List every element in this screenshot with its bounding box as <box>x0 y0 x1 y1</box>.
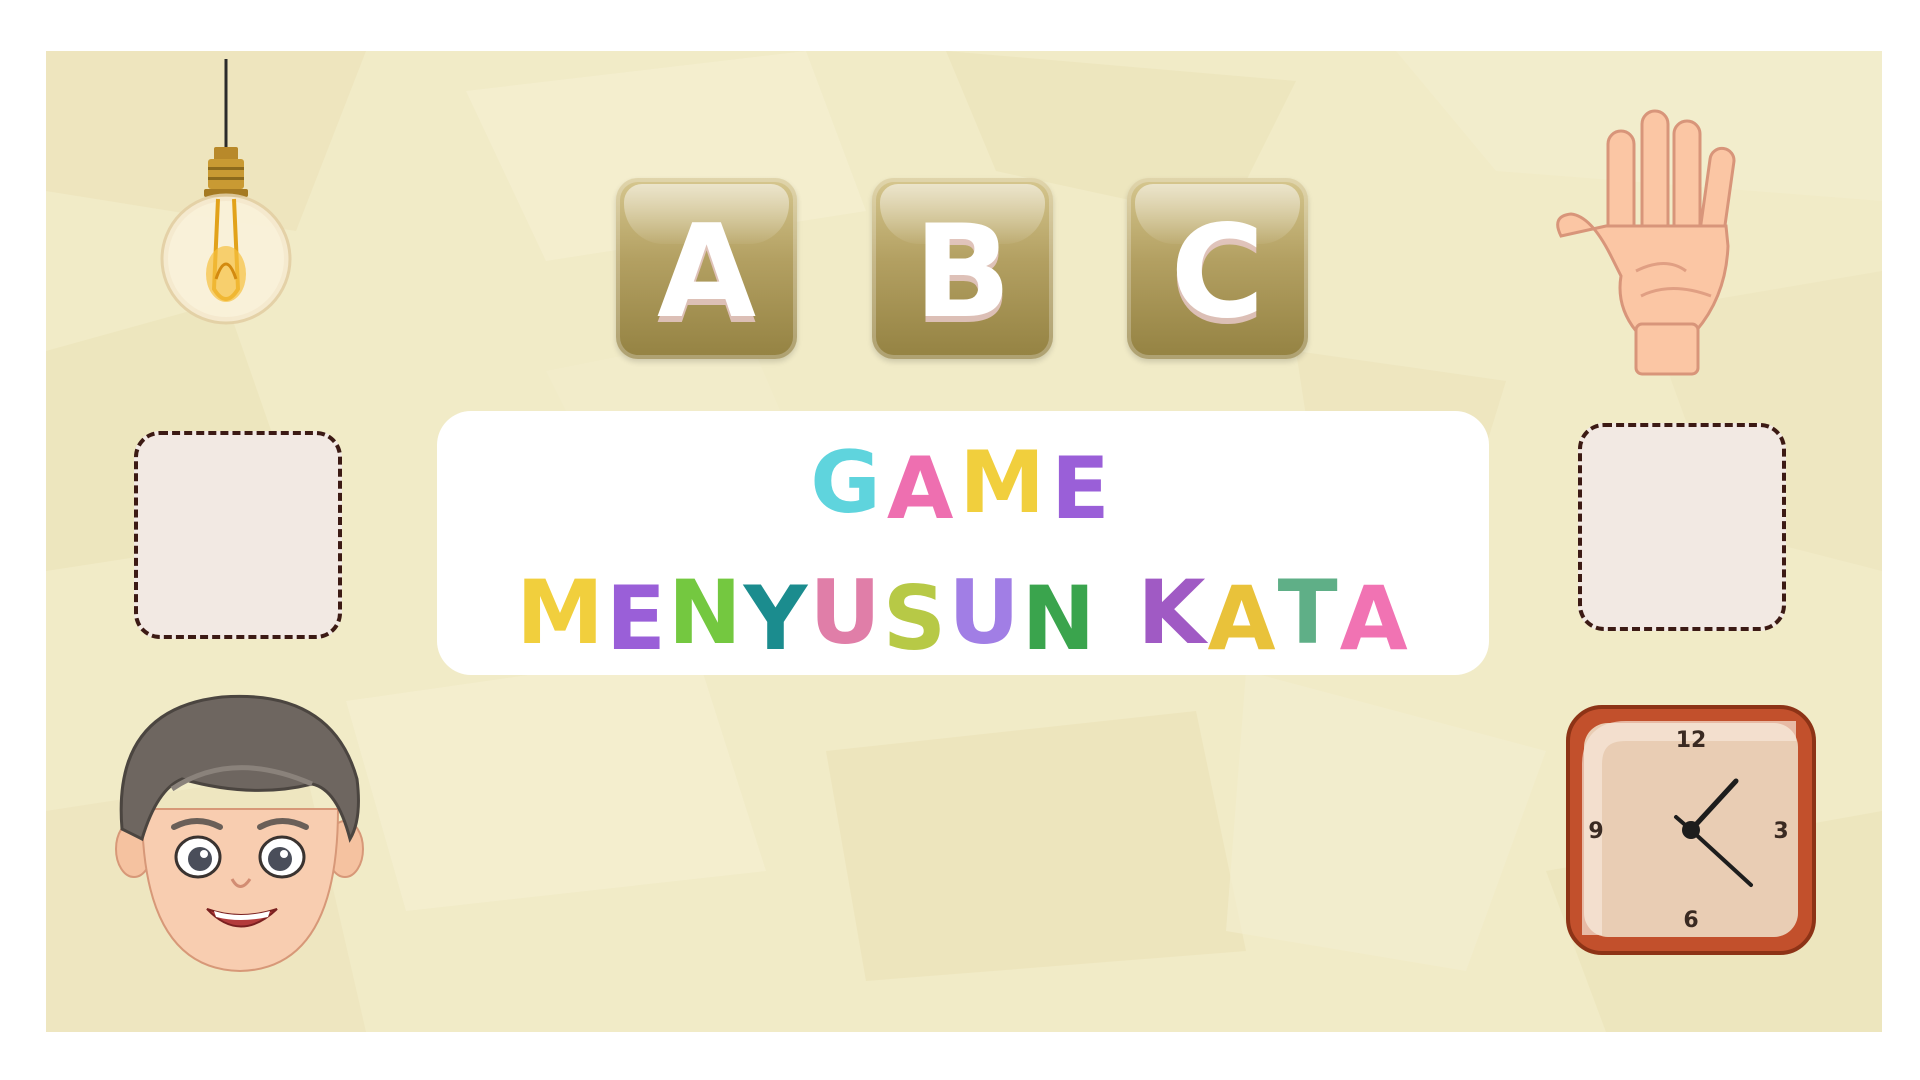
title-letter: M <box>516 561 606 664</box>
title-letter: M <box>959 433 1051 533</box>
title-card: GAME MENYUSUN KATA <box>437 411 1489 675</box>
letter-tile-c: C <box>1127 178 1308 359</box>
title-line-1: GAME <box>437 433 1489 539</box>
title-letter: N <box>667 561 744 664</box>
title-letter: K <box>1137 561 1208 664</box>
hand-icon <box>1556 109 1736 376</box>
title-letter: E <box>605 567 668 670</box>
title-letter: A <box>1207 567 1278 670</box>
title-letter: T <box>1277 561 1340 664</box>
title-word-kata: KATA <box>1137 561 1409 670</box>
light-bulb-icon <box>160 59 292 325</box>
title-letter: Y <box>743 567 810 670</box>
title-letter: A <box>1339 567 1410 670</box>
title-letter: U <box>948 561 1022 664</box>
title-word-game: GAME <box>810 433 1116 539</box>
title-letter: E <box>1051 439 1116 539</box>
letter-tile-b: B <box>872 178 1053 359</box>
tile-letter: B <box>913 197 1012 347</box>
title-line-2: MENYUSUN KATA <box>437 561 1489 670</box>
title-letter: S <box>882 567 949 670</box>
title-letter: A <box>886 439 960 539</box>
game-slide: A B C GAME MENYUSUN KATA 12 3 6 9 <box>46 51 1882 1032</box>
answer-drop-box-right[interactable] <box>1578 423 1786 631</box>
title-letter: G <box>810 433 887 533</box>
boy-face-icon <box>115 694 364 973</box>
clock-icon: 12 3 6 9 <box>1566 705 1816 955</box>
clock-number-12: 12 <box>1676 728 1707 753</box>
title-letter: U <box>809 561 883 664</box>
answer-drop-box-left[interactable] <box>134 431 342 639</box>
tile-letter: C <box>1170 197 1265 347</box>
clock-number-3: 3 <box>1773 819 1788 844</box>
tile-letter: A <box>656 197 757 347</box>
clock-number-9: 9 <box>1588 819 1603 844</box>
clock-number-6: 6 <box>1683 908 1698 933</box>
title-word-menyusun: MENYUSUN <box>516 561 1097 670</box>
letter-tile-a: A <box>616 178 797 359</box>
title-letter: N <box>1021 567 1098 670</box>
